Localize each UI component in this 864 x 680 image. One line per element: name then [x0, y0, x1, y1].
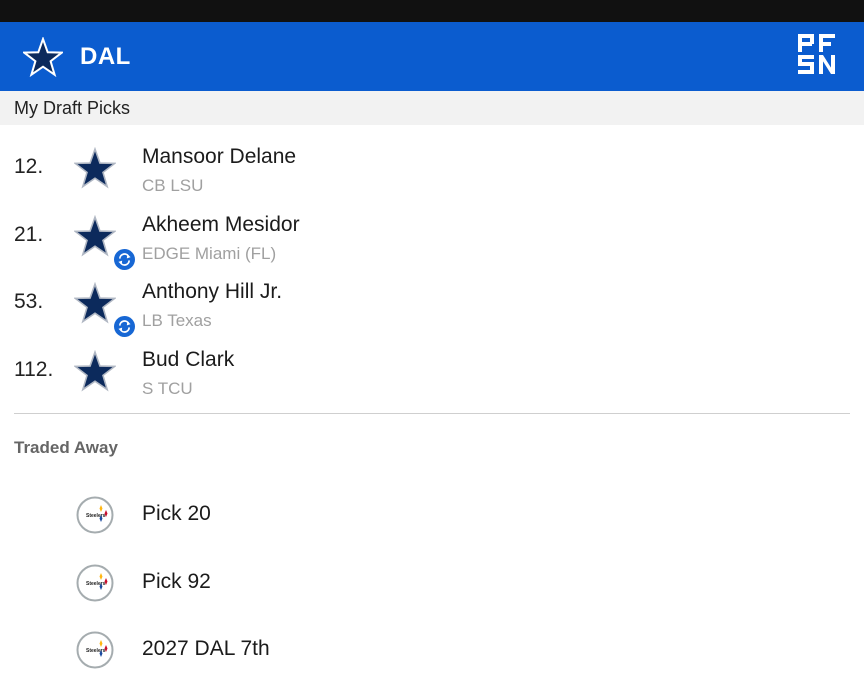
steelers-logo-icon: Steelers: [76, 564, 114, 602]
cowboys-star-icon: [22, 36, 64, 78]
traded-pick-label: Pick 92: [142, 569, 211, 593]
cowboys-star-icon: [73, 214, 117, 257]
my-picks-list: 12. Mansoor Delane CB LSU 21. Akheem Mes…: [0, 125, 864, 409]
trade-swap-icon: [114, 248, 135, 270]
player-position-school: LB Texas: [142, 311, 212, 330]
player-position-school: CB LSU: [142, 176, 204, 195]
cowboys-star-icon: [73, 349, 117, 392]
pfsn-logo-icon[interactable]: [798, 34, 836, 74]
svg-text:Steelers: Steelers: [86, 581, 106, 587]
pick-number: 53.: [14, 290, 44, 313]
traded-pick-label: Pick 20: [142, 502, 211, 525]
pick-number: 12.: [14, 155, 44, 178]
player-name: Anthony Hill Jr.: [142, 280, 283, 303]
pick-number: 112.: [14, 357, 54, 381]
traded-pick-label: 2027 DAL 7th: [142, 637, 270, 660]
steelers-logo-icon: Steelers: [76, 631, 114, 669]
pick-row[interactable]: 12. Mansoor Delane CB LSU: [0, 139, 864, 207]
pick-row[interactable]: 21. Akheem Mesidor EDGE Miami (FL): [0, 207, 864, 275]
svg-text:Steelers: Steelers: [86, 513, 106, 519]
traded-pick-row[interactable]: Steelers 2027 DAL 7th: [0, 623, 864, 680]
status-bar: [0, 0, 864, 22]
trade-swap-icon: [114, 316, 135, 337]
player-name: Akheem Mesidor: [142, 212, 300, 236]
player-position-school: EDGE Miami (FL): [142, 243, 277, 263]
traded-pick-row[interactable]: Steelers Pick 92: [0, 556, 864, 624]
traded-away-list: Steelers Pick 20 Steelers Pick 92 Steele…: [0, 472, 864, 680]
traded-away-header: Traded Away: [14, 438, 118, 457]
my-draft-picks-header: My Draft Picks: [0, 91, 864, 125]
svg-text:Steelers: Steelers: [86, 648, 106, 654]
pick-number: 21.: [14, 222, 44, 246]
pick-row[interactable]: 53. Anthony Hill Jr. LB Texas: [0, 274, 864, 342]
cowboys-star-icon: [73, 146, 117, 189]
pick-row[interactable]: 112. Bud Clark S TCU: [0, 342, 864, 410]
steelers-logo-icon: Steelers: [76, 496, 114, 534]
traded-pick-row[interactable]: Steelers Pick 20: [0, 488, 864, 556]
player-name: Bud Clark: [142, 347, 235, 371]
player-name: Mansoor Delane: [142, 145, 297, 168]
player-position-school: S TCU: [142, 378, 193, 398]
app-header: DAL: [0, 22, 864, 91]
team-code: DAL: [80, 42, 131, 70]
cowboys-star-icon: [73, 281, 117, 324]
